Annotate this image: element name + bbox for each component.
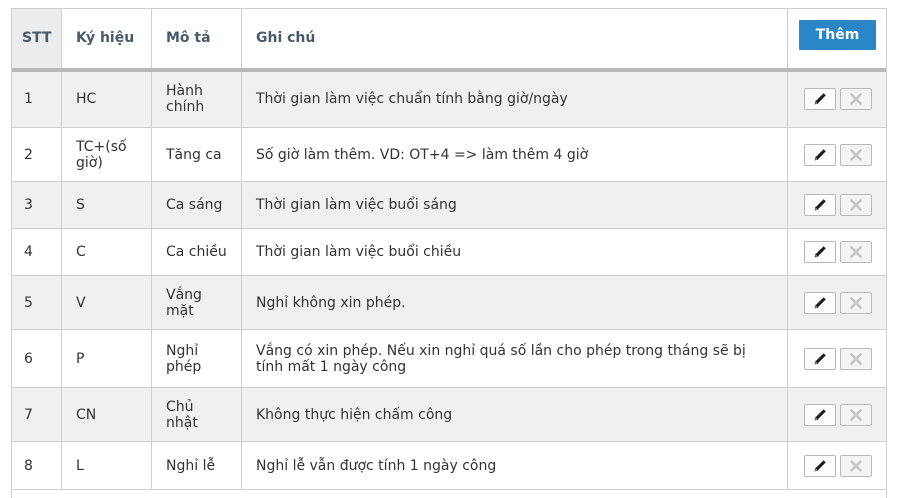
table-row: 6 P Nghỉ phép Vắng có xin phép. Nếu xin ngh… — [12, 329, 886, 388]
cell-symbol: C — [61, 228, 152, 276]
delete-button[interactable] — [839, 454, 872, 477]
cell-note: Vắng có xin phép. Nếu xin nghỉ quá số lầ… — [241, 329, 788, 388]
table-row: 3 S Ca sáng Thời gian làm việc buổi sáng — [12, 181, 886, 229]
cell-note: Thời gian làm việc buổi sáng — [241, 181, 788, 229]
table-row: 1 HC Hành chính Thời gian làm việc chuẩn tí… — [12, 69, 886, 128]
cell-note: Nghỉ không xin phép. — [241, 275, 788, 330]
cell-note: Thời gian làm việc chuẩn tính bằng giờ/n… — [241, 69, 788, 128]
cell-description: Tăng ca — [151, 127, 242, 182]
cell-note: Số giờ làm thêm. VD: OT+4 => làm thêm 4 … — [241, 127, 788, 182]
column-header-note: Ghi chú — [241, 9, 788, 72]
column-header-description: Mô tả — [151, 9, 242, 72]
cell-symbol: V — [61, 275, 152, 330]
table-row: 5 V Vắng mặt Nghỉ không xin phép. — [12, 275, 886, 330]
cell-actions — [787, 228, 886, 276]
table-header-row: STT Ký hiệu Mô tả Ghi chú Thêm — [12, 9, 886, 72]
cell-stt: 3 — [12, 181, 62, 229]
cell-symbol: L — [61, 441, 152, 490]
cell-stt: 2 — [12, 127, 62, 182]
edit-button[interactable] — [803, 88, 836, 111]
edit-button[interactable] — [803, 194, 836, 216]
cell-stt: 6 — [12, 329, 62, 388]
table-row: 7 CN Chủ nhật Không thực hiện chấm công — [12, 387, 886, 442]
cell-symbol: TC+(số giờ) — [61, 127, 152, 182]
cell-description: Ca chiều — [151, 228, 242, 276]
table-row: 4 C Ca chiều Thời gian làm việc buổi chiều — [12, 228, 886, 276]
cell-stt: 7 — [12, 387, 62, 442]
cell-description: Nghỉ phép — [151, 329, 242, 388]
cell-symbol: HC — [61, 69, 152, 128]
cell-actions — [787, 275, 886, 330]
edit-button[interactable] — [803, 347, 836, 370]
cell-symbol: P — [61, 329, 152, 388]
cell-actions — [787, 127, 886, 182]
cell-description: Ca sáng — [151, 181, 242, 229]
column-header-actions: Thêm — [787, 9, 886, 72]
table-row: 2 TC+(số giờ) Tăng ca Số giờ làm thêm. VD: … — [12, 127, 886, 182]
cell-stt: 8 — [12, 441, 62, 490]
cell-description: Nghỉ lễ — [151, 441, 242, 490]
delete-button[interactable] — [839, 88, 872, 111]
cell-description: Hành chính — [151, 69, 242, 128]
cell-description: Chủ nhật — [151, 387, 242, 442]
cell-symbol: CN — [61, 387, 152, 442]
delete-button[interactable] — [839, 241, 872, 263]
column-header-symbol: Ký hiệu — [61, 9, 152, 72]
cell-actions — [787, 441, 886, 490]
symbols-table: STT Ký hiệu Mô tả Ghi chú Thêm 1 HC Hành c… — [12, 9, 886, 490]
table-row: 8 L Nghỉ lễ Nghỉ lễ vẫn được tính 1 ngày cô… — [12, 441, 886, 490]
cell-note: Thời gian làm việc buổi chiều — [241, 228, 788, 276]
edit-button[interactable] — [803, 143, 836, 166]
add-button[interactable]: Thêm — [799, 20, 876, 51]
cell-description: Vắng mặt — [151, 275, 242, 330]
cell-actions — [787, 329, 886, 388]
cell-actions — [787, 387, 886, 442]
delete-button[interactable] — [839, 403, 872, 426]
delete-button[interactable] — [839, 347, 872, 370]
delete-button[interactable] — [839, 194, 872, 216]
column-header-stt[interactable]: STT — [12, 9, 62, 72]
cell-note: Không thực hiện chấm công — [241, 387, 788, 442]
cell-actions — [787, 181, 886, 229]
cell-stt: 1 — [12, 69, 62, 128]
edit-button[interactable] — [803, 241, 836, 263]
delete-button[interactable] — [839, 143, 872, 166]
cell-actions — [787, 69, 886, 128]
cell-symbol: S — [61, 181, 152, 229]
cell-note: Nghỉ lễ vẫn được tính 1 ngày công — [241, 441, 788, 490]
edit-button[interactable] — [803, 291, 836, 314]
edit-button[interactable] — [803, 454, 836, 477]
edit-button[interactable] — [803, 403, 836, 426]
cell-stt: 5 — [12, 275, 62, 330]
cell-stt: 4 — [12, 228, 62, 276]
delete-button[interactable] — [839, 291, 872, 314]
timekeeping-symbols-panel: STT Ký hiệu Mô tả Ghi chú Thêm 1 HC Hành c… — [11, 8, 887, 498]
